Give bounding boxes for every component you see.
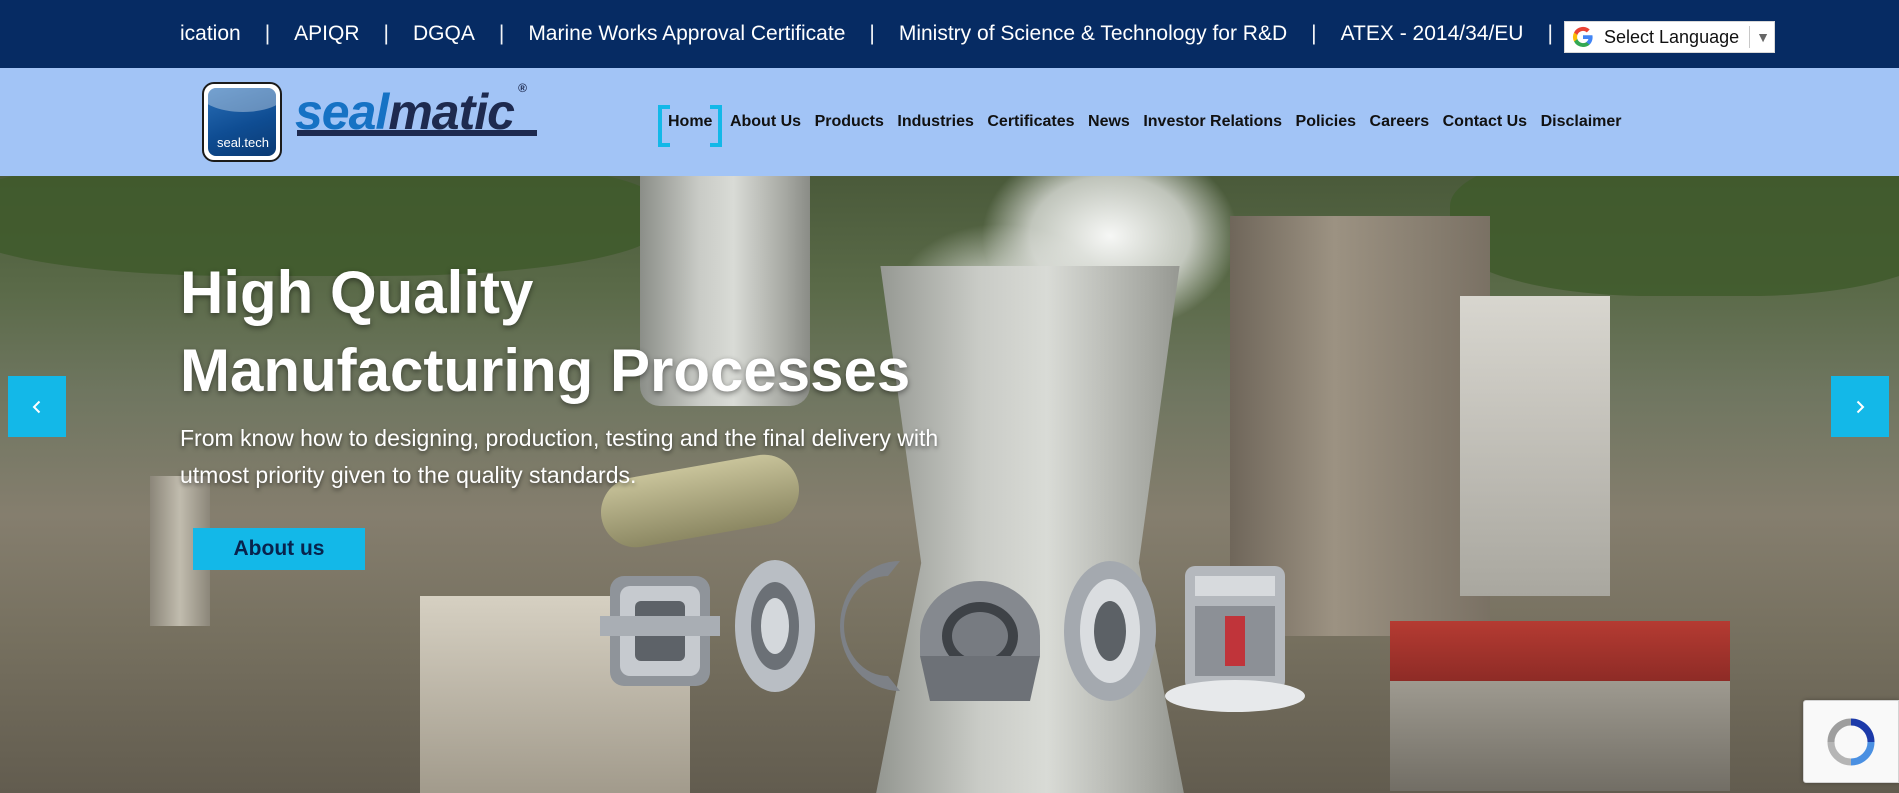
logo-emblem: seal.tech	[202, 82, 282, 162]
cooling-tower-main	[873, 266, 1187, 793]
split-seal-image	[910, 576, 1050, 711]
nav-item-products[interactable]: Products	[815, 113, 884, 131]
about-us-button[interactable]: About us	[193, 528, 365, 570]
plant-building	[1460, 296, 1610, 596]
recaptcha-badge[interactable]	[1803, 700, 1899, 783]
language-selector[interactable]: Select Language ▼	[1564, 21, 1775, 53]
ticker-separator: |	[869, 22, 875, 45]
ticker-separator: |	[498, 22, 505, 45]
cartridge-seal-image	[1060, 556, 1160, 711]
ticker-separator: |	[1311, 22, 1317, 45]
ticker-item[interactable]: APIQR	[270, 22, 383, 46]
ticker-item[interactable]: ication	[176, 22, 265, 46]
hero-subtitle: From know how to designing, production, …	[180, 425, 939, 488]
sealmatic-logo[interactable]: seal.tech sealmatic ®	[202, 82, 542, 164]
nav-item-disclaimer[interactable]: Disclaimer	[1541, 113, 1622, 131]
nav-item-careers[interactable]: Careers	[1370, 113, 1430, 131]
ticker-item[interactable]: Ministry of Science & Technology for R&D	[875, 22, 1311, 46]
tree-line	[1450, 176, 1899, 296]
hero-title: High Quality Manufacturing Processes	[180, 254, 910, 410]
ticker-separator: |	[383, 22, 389, 45]
mechanical-seal-image	[600, 556, 720, 711]
ticker-item[interactable]: DGQA	[389, 22, 499, 46]
certification-ticker: ication | APIQR | DGQA | Marine Works Ap…	[0, 0, 1899, 68]
main-nav: Home About Us Products Industries Certif…	[657, 104, 1635, 147]
logo-tag: seal.tech	[216, 135, 270, 150]
hero-title-line1: High Quality	[180, 259, 534, 326]
nav-item-industries[interactable]: Industries	[897, 113, 973, 131]
nav-item-policies[interactable]: Policies	[1296, 113, 1356, 131]
nav-item-about-us[interactable]: About Us	[730, 113, 801, 131]
logo-underline	[297, 130, 537, 136]
nav-item-news[interactable]: News	[1088, 113, 1130, 131]
cartridge-seal-image	[1160, 556, 1310, 721]
recaptcha-icon	[1827, 718, 1875, 765]
language-divider	[1749, 26, 1751, 48]
red-roof	[1390, 621, 1730, 681]
google-g-icon	[1568, 22, 1598, 52]
nav-item-home[interactable]: Home	[657, 105, 723, 147]
hero-title-line2: Manufacturing Processes	[180, 337, 911, 404]
language-label: Select Language	[1604, 26, 1740, 47]
ticker-track: ication | APIQR | DGQA | Marine Works Ap…	[176, 0, 1629, 68]
nav-item-contact-us[interactable]: Contact Us	[1443, 113, 1527, 131]
registered-mark: ®	[518, 81, 527, 95]
chevron-left-icon	[32, 400, 41, 413]
slider-next-button[interactable]	[1831, 376, 1889, 437]
dropdown-arrow-icon: ▼	[1756, 29, 1770, 45]
hero-slider: High Quality Manufacturing Processes Fro…	[0, 176, 1899, 793]
slider-prev-button[interactable]	[8, 376, 66, 437]
chevron-right-icon	[1856, 400, 1865, 413]
nav-item-investor-relations[interactable]: Investor Relations	[1143, 113, 1282, 131]
mechanical-seal-image	[730, 556, 820, 701]
page: ication | APIQR | DGQA | Marine Works Ap…	[0, 0, 1899, 793]
logo-emblem-inner: seal.tech	[208, 88, 276, 156]
ticker-separator: |	[264, 22, 271, 45]
ticker-separator: |	[1547, 22, 1553, 45]
warehouse	[1390, 681, 1730, 791]
ticker-item[interactable]: ATEX - 2014/34/EU	[1317, 22, 1548, 46]
ticker-item[interactable]: Marine Works Approval Certificate	[504, 22, 869, 46]
nav-item-certificates[interactable]: Certificates	[987, 113, 1074, 131]
